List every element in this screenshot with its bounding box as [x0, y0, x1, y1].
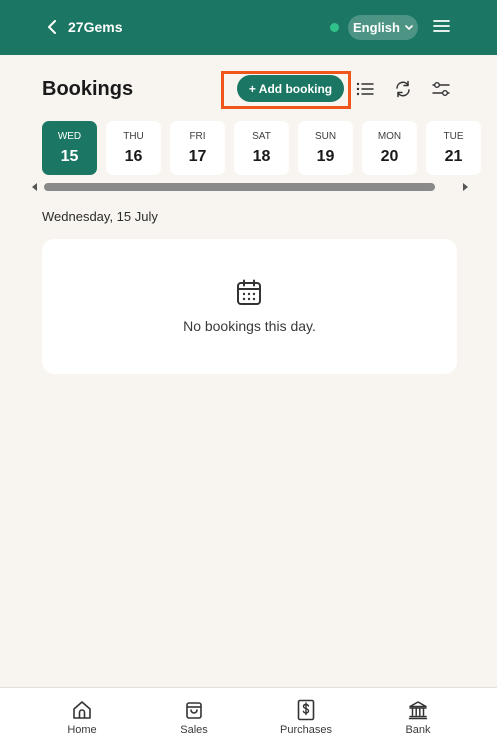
nav-label: Purchases	[280, 724, 332, 736]
scrollbar-thumb[interactable]	[44, 183, 435, 191]
scroll-left-arrow-icon[interactable]	[30, 182, 40, 192]
language-label: English	[353, 20, 400, 35]
day-number: 20	[380, 147, 399, 165]
day-number: 16	[124, 147, 143, 165]
bottom-navigation: Home Sales Purchases Bank	[0, 687, 497, 744]
list-view-button[interactable]	[355, 79, 375, 99]
nav-item-sales[interactable]: Sales	[149, 688, 239, 744]
menu-button[interactable]	[433, 19, 450, 35]
day-name: SAT	[252, 130, 271, 142]
scroll-right-arrow-icon[interactable]	[460, 182, 470, 192]
filter-button[interactable]	[431, 79, 451, 99]
day-name: THU	[123, 130, 144, 142]
day-card[interactable]: SAT 18	[234, 121, 289, 175]
day-name: MON	[377, 130, 402, 142]
day-name: FRI	[189, 130, 206, 142]
nav-label: Bank	[405, 724, 431, 736]
list-view-icon	[356, 82, 374, 96]
day-card[interactable]: FRI 17	[170, 121, 225, 175]
online-status-dot	[330, 23, 339, 32]
home-icon	[73, 701, 91, 719]
hamburger-menu-icon	[433, 20, 450, 32]
nav-label: Home	[67, 724, 97, 736]
refresh-icon	[396, 80, 410, 98]
day-number: 15	[60, 147, 79, 165]
day-number: 21	[444, 147, 463, 165]
nav-item-home[interactable]: Home	[37, 688, 127, 744]
day-name: TUE	[443, 130, 464, 142]
day-name: SUN	[314, 130, 337, 142]
refresh-button[interactable]	[393, 79, 413, 99]
day-name: WED	[57, 130, 82, 142]
shopping-bag-icon	[186, 702, 202, 719]
app-name: 27Gems	[68, 19, 123, 35]
day-card[interactable]: SUN 19	[298, 121, 353, 175]
back-button[interactable]	[44, 18, 60, 36]
day-card[interactable]: WED 15	[42, 121, 97, 175]
filter-sliders-icon	[432, 82, 450, 96]
nav-item-bank[interactable]: Bank	[373, 688, 463, 744]
day-card[interactable]: TUE 21	[426, 121, 481, 175]
day-number: 19	[316, 147, 335, 165]
language-select[interactable]: English	[348, 15, 418, 40]
bank-icon	[408, 701, 428, 720]
calendar-icon	[237, 279, 261, 305]
day-number: 18	[252, 147, 271, 165]
day-strip-scrollbar[interactable]	[28, 180, 472, 194]
day-card[interactable]: THU 16	[106, 121, 161, 175]
empty-state-text: No bookings this day.	[183, 318, 316, 334]
chevron-left-icon	[48, 20, 56, 34]
add-booking-button[interactable]: + Add booking	[237, 75, 344, 102]
day-selector-strip: WED 15 THU 16 FRI 17 SAT 18 SUN 19 MON 2…	[0, 121, 497, 177]
nav-label: Sales	[180, 724, 208, 736]
chevron-down-icon	[405, 24, 413, 30]
empty-bookings-card: No bookings this day.	[42, 239, 457, 374]
day-number: 17	[188, 147, 207, 165]
top-app-bar: 27Gems English	[0, 0, 497, 55]
selected-date-heading: Wednesday, 15 July	[42, 209, 158, 224]
day-card[interactable]: MON 20	[362, 121, 417, 175]
receipt-dollar-icon	[297, 699, 315, 721]
nav-item-purchases[interactable]: Purchases	[261, 688, 351, 744]
page-title: Bookings	[42, 78, 134, 100]
